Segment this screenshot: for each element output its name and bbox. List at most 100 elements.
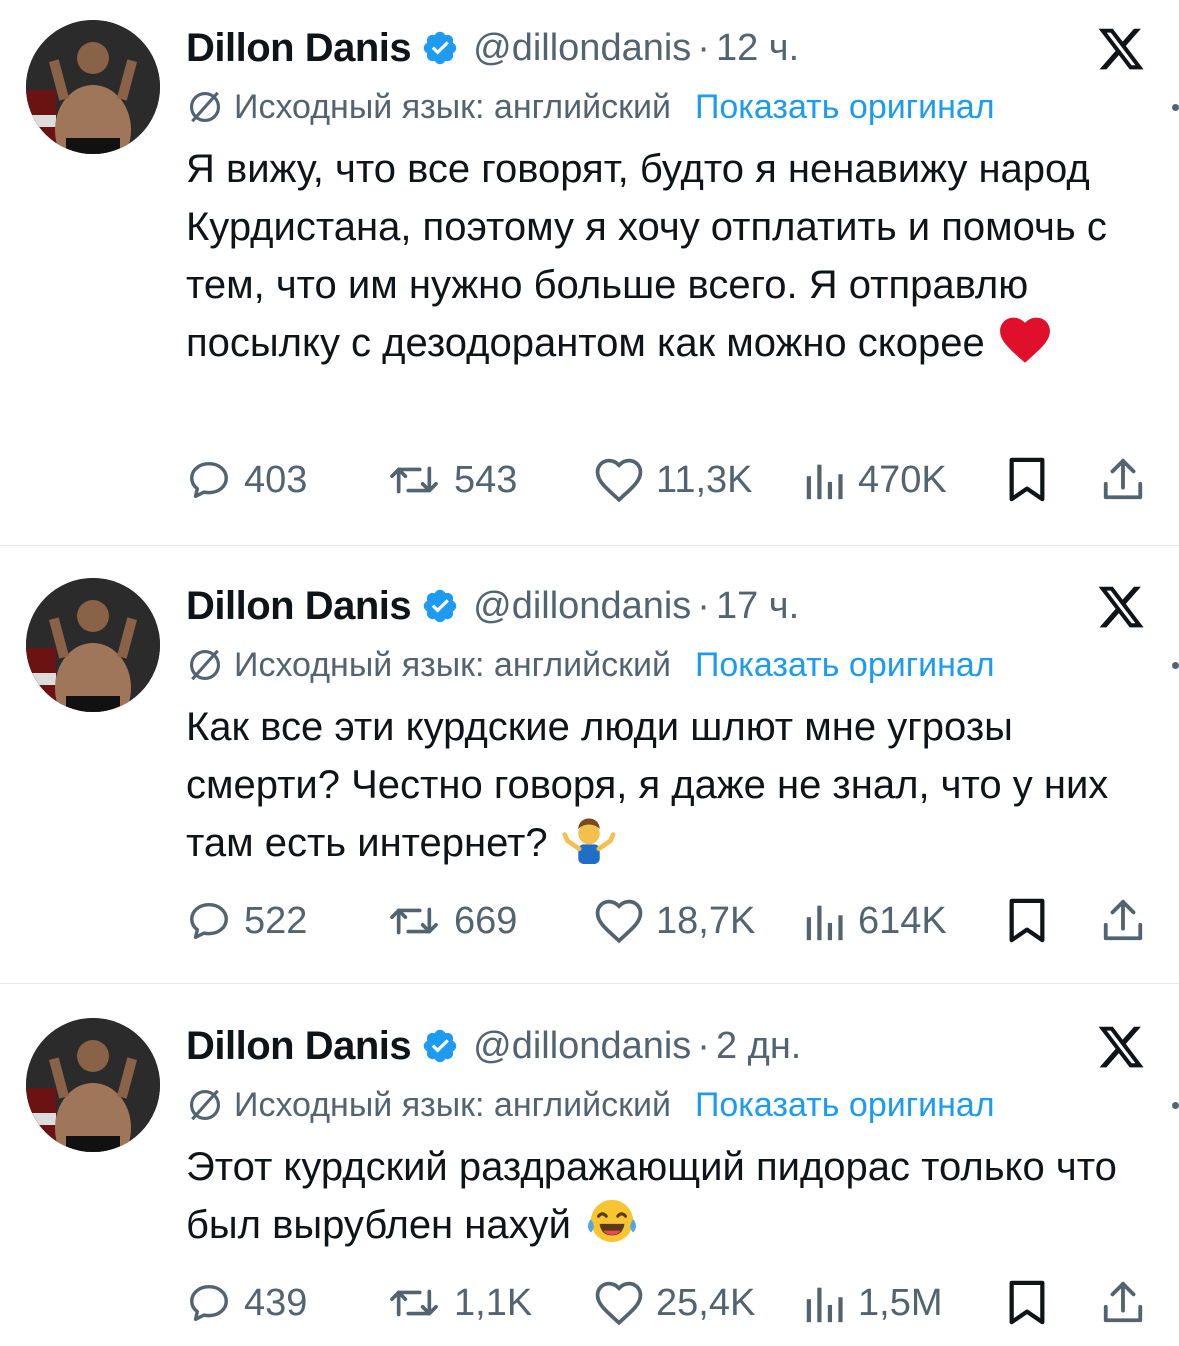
translation-bar: Исходный язык: английский Показать ориги… bbox=[186, 1080, 995, 1130]
reply-icon bbox=[190, 461, 228, 499]
reply-button[interactable]: 522 bbox=[186, 891, 307, 951]
tweet-text: Как все эти курдские люди шлют мне угроз… bbox=[186, 698, 1166, 880]
like-count: 11,3K bbox=[656, 458, 753, 501]
x-logo-icon bbox=[1098, 28, 1144, 70]
verified-badge-icon bbox=[423, 31, 457, 65]
tweet-text-body: Я вижу, что все говорят, будто я ненавиж… bbox=[186, 147, 1107, 365]
view-count: 614K bbox=[858, 899, 947, 942]
tweet-text: Я вижу, что все говорят, будто я ненавиж… bbox=[186, 140, 1166, 380]
source-language-label: Исходный язык: английский bbox=[234, 645, 671, 684]
share-button[interactable] bbox=[1100, 891, 1146, 951]
tweet-text-body: Как все эти курдские люди шлют мне угроз… bbox=[186, 705, 1109, 865]
tears-of-joy-emoji bbox=[585, 1196, 639, 1262]
tweet-header: Dillon Danis @dillondanis · 17 ч. bbox=[186, 576, 799, 636]
bookmark-button[interactable] bbox=[1004, 450, 1050, 510]
share-icon bbox=[1103, 458, 1143, 500]
tweet-actions: 522 669 18,7K 614K bbox=[186, 891, 1146, 951]
source-language-label: Исходный язык: английский bbox=[234, 87, 671, 126]
bookmark-button[interactable] bbox=[1004, 891, 1050, 951]
translation-bar: Исходный язык: английский Показать ориги… bbox=[186, 640, 995, 690]
more-indicator bbox=[1172, 662, 1179, 669]
show-original-link[interactable]: Показать оригинал bbox=[695, 1086, 995, 1125]
author-handle[interactable]: @dillondanis bbox=[473, 27, 691, 70]
share-icon bbox=[1103, 1281, 1143, 1323]
separator-dot: · bbox=[697, 26, 710, 69]
reply-icon bbox=[190, 902, 228, 940]
share-button[interactable] bbox=[1100, 450, 1146, 510]
tweet-time[interactable]: 12 ч. bbox=[716, 27, 799, 70]
author-name[interactable]: Dillon Danis bbox=[186, 26, 412, 71]
repost-count: 543 bbox=[454, 458, 518, 501]
views-button[interactable]: 614K bbox=[802, 891, 947, 951]
author-name[interactable]: Dillon Danis bbox=[186, 584, 412, 629]
tweet-time[interactable]: 2 дн. bbox=[716, 1025, 801, 1068]
author-handle[interactable]: @dillondanis bbox=[473, 585, 691, 628]
avatar[interactable] bbox=[26, 578, 160, 712]
bookmark-icon bbox=[1009, 898, 1045, 943]
more-indicator bbox=[1172, 104, 1179, 111]
like-heart-icon bbox=[595, 1281, 643, 1326]
verified-badge-icon bbox=[423, 589, 457, 623]
show-original-link[interactable]: Показать оригинал bbox=[695, 646, 995, 685]
tweet-header: Dillon Danis @dillondanis · 12 ч. bbox=[186, 18, 799, 78]
views-button[interactable]: 1,5M bbox=[802, 1273, 942, 1333]
reply-icon bbox=[190, 1284, 228, 1322]
tweet-divider bbox=[0, 545, 1179, 546]
views-chart-icon bbox=[806, 905, 843, 941]
separator-dot: · bbox=[697, 1024, 710, 1067]
heart-emoji bbox=[999, 316, 1051, 380]
tweet-header: Dillon Danis @dillondanis · 2 дн. bbox=[186, 1016, 801, 1076]
reply-button[interactable]: 439 bbox=[186, 1273, 307, 1333]
repost-count: 669 bbox=[454, 899, 518, 942]
like-count: 25,4K bbox=[656, 1281, 756, 1324]
tweet-2[interactable]: Dillon Danis @dillondanis · 17 ч. Исходн… bbox=[0, 558, 1179, 983]
separator-dot: · bbox=[697, 584, 710, 627]
bookmark-button[interactable] bbox=[1004, 1273, 1050, 1333]
reply-count: 439 bbox=[244, 1281, 308, 1324]
man-shrugging-emoji bbox=[562, 814, 616, 880]
more-indicator bbox=[1172, 1102, 1179, 1109]
avatar[interactable] bbox=[26, 20, 160, 154]
translate-globe-icon bbox=[189, 91, 221, 123]
show-original-link[interactable]: Показать оригинал bbox=[695, 88, 995, 127]
avatar[interactable] bbox=[26, 1018, 160, 1152]
repost-icon bbox=[390, 1289, 438, 1317]
like-heart-icon bbox=[595, 458, 643, 503]
tweet-text-body: Этот курдский раздражающий пидорас тольк… bbox=[186, 1145, 1117, 1247]
tweet-time[interactable]: 17 ч. bbox=[716, 585, 799, 628]
like-heart-icon bbox=[595, 899, 643, 944]
reply-button[interactable]: 403 bbox=[186, 450, 307, 510]
repost-button[interactable]: 543 bbox=[386, 450, 517, 510]
tweet-text: Этот курдский раздражающий пидорас тольк… bbox=[186, 1138, 1166, 1262]
view-count: 1,5M bbox=[858, 1281, 943, 1324]
tweet-3[interactable]: Dillon Danis @dillondanis · 2 дн. Исходн… bbox=[0, 998, 1179, 1346]
tweet-1[interactable]: Dillon Danis @dillondanis · 12 ч. Исходн… bbox=[0, 0, 1179, 545]
like-button[interactable]: 25,4K bbox=[594, 1273, 755, 1333]
views-button[interactable]: 470K bbox=[802, 450, 947, 510]
reply-count: 403 bbox=[244, 458, 308, 501]
reply-count: 522 bbox=[244, 899, 308, 942]
translate-globe-icon bbox=[189, 649, 221, 681]
like-button[interactable]: 18,7K bbox=[594, 891, 755, 951]
like-button[interactable]: 11,3K bbox=[594, 450, 752, 510]
author-handle[interactable]: @dillondanis bbox=[473, 1025, 691, 1068]
share-button[interactable] bbox=[1100, 1273, 1146, 1333]
bookmark-icon bbox=[1009, 1280, 1045, 1325]
source-language-label: Исходный язык: английский bbox=[234, 1085, 671, 1124]
views-chart-icon bbox=[806, 1287, 843, 1323]
tweet-divider bbox=[0, 983, 1179, 984]
x-logo-icon bbox=[1098, 586, 1144, 628]
repost-icon bbox=[390, 466, 438, 494]
translation-bar: Исходный язык: английский Показать ориги… bbox=[186, 82, 995, 132]
repost-button[interactable]: 669 bbox=[386, 891, 517, 951]
repost-count: 1,1K bbox=[454, 1281, 533, 1324]
author-name[interactable]: Dillon Danis bbox=[186, 1024, 412, 1069]
tweet-actions: 403 543 11,3K 470K bbox=[186, 450, 1146, 510]
bookmark-icon bbox=[1009, 457, 1045, 502]
tweet-actions: 439 1,1K 25,4K 1,5M bbox=[186, 1273, 1146, 1333]
translate-globe-icon bbox=[189, 1089, 221, 1121]
repost-button[interactable]: 1,1K bbox=[386, 1273, 532, 1333]
view-count: 470K bbox=[858, 458, 947, 501]
share-icon bbox=[1103, 899, 1143, 941]
like-count: 18,7K bbox=[656, 899, 756, 942]
